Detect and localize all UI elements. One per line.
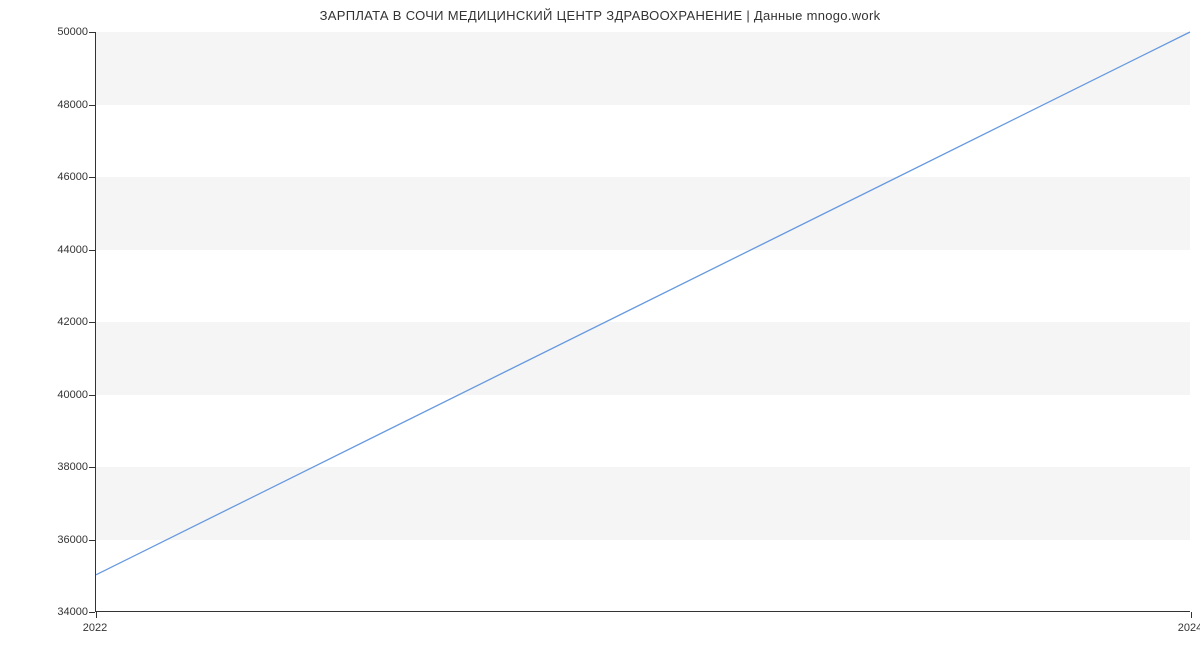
y-axis-label: 44000 bbox=[57, 244, 88, 256]
y-tick bbox=[89, 395, 95, 396]
y-axis-label: 34000 bbox=[57, 606, 88, 618]
y-axis-label: 40000 bbox=[57, 389, 88, 401]
y-tick bbox=[89, 612, 95, 613]
x-axis-label: 2022 bbox=[83, 622, 107, 634]
x-tick bbox=[1191, 612, 1192, 618]
y-axis-label: 38000 bbox=[57, 461, 88, 473]
y-tick bbox=[89, 32, 95, 33]
y-axis-label: 36000 bbox=[57, 534, 88, 546]
x-tick bbox=[96, 612, 97, 618]
y-tick bbox=[89, 540, 95, 541]
y-axis-label: 48000 bbox=[57, 99, 88, 111]
y-axis-label: 50000 bbox=[57, 26, 88, 38]
chart-line bbox=[96, 32, 1190, 611]
y-axis-label: 46000 bbox=[57, 171, 88, 183]
y-axis-label: 42000 bbox=[57, 316, 88, 328]
y-tick bbox=[89, 250, 95, 251]
y-tick bbox=[89, 322, 95, 323]
x-axis-label: 2024 bbox=[1178, 622, 1200, 634]
y-tick bbox=[89, 467, 95, 468]
chart-title: ЗАРПЛАТА В СОЧИ МЕДИЦИНСКИЙ ЦЕНТР ЗДРАВО… bbox=[0, 8, 1200, 23]
y-tick bbox=[89, 105, 95, 106]
y-tick bbox=[89, 177, 95, 178]
plot-area bbox=[95, 32, 1190, 612]
